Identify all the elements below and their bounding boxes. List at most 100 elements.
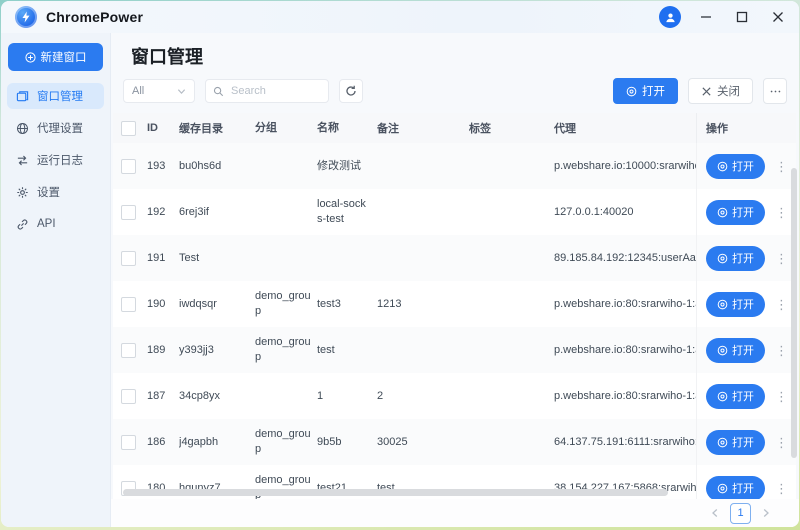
sidebar-item-0[interactable]: 窗口管理 — [7, 83, 104, 109]
user-avatar[interactable] — [659, 6, 681, 28]
row-cache-dir: Test — [179, 252, 255, 264]
row-open-button[interactable]: 打开 — [706, 246, 765, 271]
row-open-button[interactable]: 打开 — [706, 476, 765, 500]
row-open-button[interactable]: 打开 — [706, 384, 765, 409]
filter-select[interactable]: All — [123, 79, 195, 103]
row-menu-button[interactable]: ⋮ — [775, 436, 788, 449]
close-button[interactable] — [767, 6, 789, 28]
row-id: 192 — [147, 206, 179, 218]
browser-circle-icon — [717, 391, 728, 402]
row-checkbox[interactable] — [121, 435, 136, 450]
chevron-right-icon — [761, 508, 771, 518]
row-menu-button[interactable]: ⋮ — [775, 344, 788, 357]
row-group: demo_group — [255, 335, 317, 365]
sidebar-item-1[interactable]: 代理设置 — [7, 115, 104, 141]
row-checkbox[interactable] — [121, 343, 136, 358]
filter-select-value: All — [132, 85, 144, 97]
row-open-button[interactable]: 打开 — [706, 292, 765, 317]
row-name: test3 — [317, 297, 377, 312]
next-page-button[interactable] — [761, 508, 771, 518]
column-header-7: 操作 — [696, 113, 796, 143]
row-name: 修改测试 — [317, 159, 377, 174]
row-remark: 30025 — [377, 436, 469, 448]
table-row: 192 6rej3if local-socks-test 127.0.0.1:4… — [113, 189, 796, 235]
select-all-checkbox[interactable] — [121, 121, 136, 136]
row-cache-dir: j4gapbh — [179, 436, 255, 448]
desktop-background: ChromePower 新建窗口 窗口管理代理设置运行日志设置API — [0, 0, 800, 530]
row-id: 193 — [147, 160, 179, 172]
table-row: 186 j4gapbh demo_group 9b5b 30025 64.137… — [113, 419, 796, 465]
browser-circle-icon — [626, 86, 637, 97]
sidebar-item-4[interactable]: API — [7, 211, 104, 237]
new-window-button[interactable]: 新建窗口 — [8, 43, 103, 71]
browser-circle-icon — [717, 299, 728, 310]
page-title: 窗口管理 — [131, 43, 799, 69]
row-cache-dir: iwdqsqr — [179, 298, 255, 310]
logs-icon — [16, 154, 29, 167]
row-checkbox[interactable] — [121, 389, 136, 404]
row-id: 186 — [147, 436, 179, 448]
browser-circle-icon — [717, 437, 728, 448]
row-menu-button[interactable]: ⋮ — [775, 390, 788, 403]
gear-icon — [16, 186, 29, 199]
page-number-button[interactable]: 1 — [730, 503, 751, 524]
minimize-button[interactable] — [695, 6, 717, 28]
sidebar-item-3[interactable]: 设置 — [7, 179, 104, 205]
row-menu-button[interactable]: ⋮ — [775, 206, 788, 219]
main-content: 窗口管理 All 打开 — [111, 33, 799, 527]
browser-circle-icon — [717, 483, 728, 494]
row-menu-button[interactable]: ⋮ — [775, 252, 788, 265]
browser-circle-icon — [717, 161, 728, 172]
row-proxy: p.webshare.io:80:srarwiho-1:atonupx — [554, 298, 696, 310]
app-window: ChromePower 新建窗口 窗口管理代理设置运行日志设置API — [1, 1, 799, 527]
column-header-4: 备注 — [377, 120, 469, 136]
browser-circle-icon — [717, 207, 728, 218]
search-box — [205, 79, 329, 103]
row-checkbox[interactable] — [121, 251, 136, 266]
search-input[interactable] — [229, 84, 321, 98]
toolbar: All 打开 关闭 — [111, 78, 799, 113]
row-name: 1 — [317, 389, 377, 404]
maximize-button[interactable] — [731, 6, 753, 28]
row-remark: 2 — [377, 390, 469, 402]
column-header-1: 缓存目录 — [179, 120, 255, 136]
close-selected-button[interactable]: 关闭 — [688, 78, 753, 104]
row-open-button[interactable]: 打开 — [706, 430, 765, 455]
table-header-row: ID缓存目录分组名称备注标签代理操作 — [113, 113, 796, 143]
sidebar-item-2[interactable]: 运行日志 — [7, 147, 104, 173]
new-window-label: 新建窗口 — [41, 49, 87, 65]
prev-page-button[interactable] — [710, 508, 720, 518]
table-row: 189 y393jj3 demo_group test p.webshare.i… — [113, 327, 796, 373]
more-actions-button[interactable] — [763, 78, 787, 104]
open-selected-button[interactable]: 打开 — [613, 78, 678, 104]
row-menu-button[interactable]: ⋮ — [775, 298, 788, 311]
link-icon — [16, 218, 29, 231]
row-checkbox[interactable] — [121, 205, 136, 220]
row-menu-button[interactable]: ⋮ — [775, 482, 788, 495]
close-x-icon — [701, 86, 712, 97]
horizontal-scrollbar[interactable] — [123, 489, 668, 496]
row-cache-dir: y393jj3 — [179, 344, 255, 356]
row-name: 9b5b — [317, 435, 377, 450]
row-menu-button[interactable]: ⋮ — [775, 160, 788, 173]
sidebar-item-label: API — [37, 218, 56, 230]
row-cache-dir: bu0hs6d — [179, 160, 255, 172]
app-logo-icon — [15, 6, 37, 28]
column-header-3: 名称 — [317, 121, 377, 136]
row-open-button[interactable]: 打开 — [706, 154, 765, 179]
open-selected-label: 打开 — [642, 83, 665, 99]
row-name: test — [317, 343, 377, 358]
sidebar-item-label: 代理设置 — [37, 120, 83, 136]
row-id: 187 — [147, 390, 179, 402]
row-open-button[interactable]: 打开 — [706, 200, 765, 225]
row-id: 189 — [147, 344, 179, 356]
chevron-left-icon — [710, 508, 720, 518]
pagination: 1 — [111, 499, 799, 527]
table-row: 187 34cp8yx 1 2 p.webshare.io:80:srarwih… — [113, 373, 796, 419]
row-checkbox[interactable] — [121, 297, 136, 312]
row-checkbox[interactable] — [121, 159, 136, 174]
vertical-scrollbar[interactable] — [791, 168, 797, 458]
chevron-down-icon — [177, 87, 186, 96]
row-open-button[interactable]: 打开 — [706, 338, 765, 363]
refresh-button[interactable] — [339, 79, 363, 103]
